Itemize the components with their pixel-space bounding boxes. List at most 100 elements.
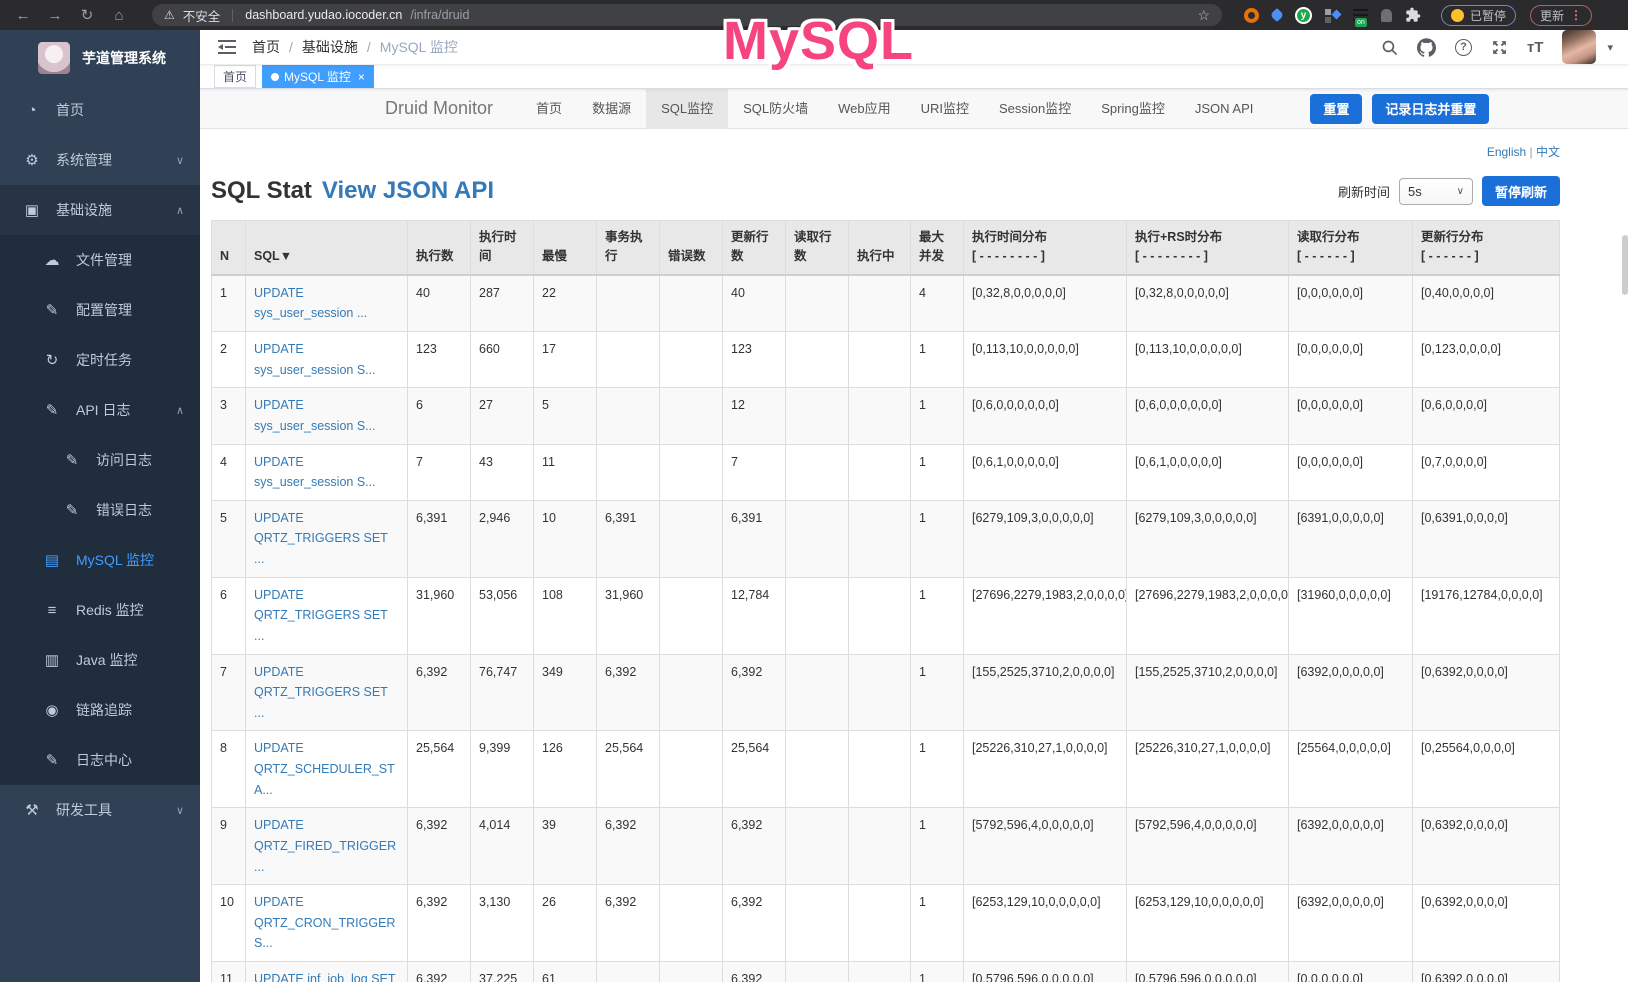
sql-link[interactable]: UPDATE QRTZ_TRIGGERS SET ...	[254, 665, 388, 720]
puzzle-extensions-icon[interactable]	[1405, 7, 1421, 23]
donut-extension-icon[interactable]	[1244, 8, 1259, 23]
column-header-update-dist[interactable]: 更新行分布[ - - - - - - ]	[1413, 221, 1560, 275]
column-header-exec-rs-dist[interactable]: 执行+RS时分布[ - - - - - - - - ]	[1127, 221, 1289, 275]
pause-refresh-button[interactable]: 暂停刷新	[1482, 176, 1560, 206]
avatar-dropdown-icon[interactable]: ▾	[1607, 41, 1613, 54]
cell-exec-time-dist: [155,2525,3710,2,0,0,0,0]	[964, 654, 1127, 731]
druid-nav-item[interactable]: SQL防火墙	[728, 89, 823, 129]
scrollbar-thumb[interactable]	[1622, 235, 1628, 295]
breadcrumb-item[interactable]: MySQL 监控	[380, 37, 458, 57]
app-logo-row[interactable]: 芋道管理系统	[0, 30, 200, 85]
druid-nav-item[interactable]: URI监控	[906, 89, 984, 129]
home-icon[interactable]: ⌂	[106, 7, 132, 24]
column-header-exec-count[interactable]: 执行数	[408, 221, 471, 275]
sidebar-item-scheduled-tasks[interactable]: ↻定时任务	[0, 335, 200, 385]
sidebar-item-mysql-monitor[interactable]: ▤MySQL 监控	[0, 535, 200, 585]
update-browser-button[interactable]: 更新 ⋮	[1530, 5, 1592, 26]
green-extension-icon[interactable]: y	[1295, 7, 1312, 24]
column-header-running[interactable]: 执行中	[849, 221, 911, 275]
browser-menu-icon[interactable]: ⋮	[1570, 8, 1582, 22]
cell-read-rows	[786, 332, 849, 388]
sidebar-item-config-management[interactable]: ✎配置管理	[0, 285, 200, 335]
druid-nav-item[interactable]: Session监控	[984, 89, 1086, 129]
column-header-tx-exec[interactable]: 事务执行	[597, 221, 660, 275]
druid-brand[interactable]: Druid Monitor	[385, 98, 493, 119]
sidebar-item-home[interactable]: ◔首页	[0, 85, 200, 135]
column-header-sql[interactable]: SQL▼	[246, 221, 408, 275]
druid-nav-item[interactable]: SQL监控	[646, 89, 728, 129]
sql-link[interactable]: UPDATE QRTZ_TRIGGERS SET ...	[254, 588, 388, 643]
reload-icon[interactable]: ↻	[74, 6, 100, 24]
bookmark-star-icon[interactable]: ☆	[1197, 7, 1210, 24]
fullscreen-icon[interactable]	[1491, 39, 1508, 56]
tab-item[interactable]: 首页	[214, 65, 256, 88]
sidebar-item-dev-tools[interactable]: ⚒研发工具∨	[0, 785, 200, 835]
column-header-n[interactable]: N	[212, 221, 246, 275]
sidebar-item-error-logs[interactable]: ✎错误日志	[0, 485, 200, 535]
column-header-exec-time[interactable]: 执行时间	[471, 221, 534, 275]
sidebar-item-file-management[interactable]: ☁文件管理	[0, 235, 200, 285]
druid-nav-item[interactable]: 数据源	[577, 89, 646, 129]
grid-extension-icon[interactable]	[1325, 8, 1340, 23]
druid-nav-json-api[interactable]: JSON API	[1180, 89, 1269, 129]
tab-label: MySQL 监控	[284, 68, 351, 85]
log-and-reset-button[interactable]: 记录日志并重置	[1372, 94, 1489, 124]
lang-link-english[interactable]: English	[1487, 145, 1526, 159]
paused-profile-button[interactable]: 已暂停	[1441, 5, 1516, 26]
list-extension-icon[interactable]: on	[1353, 9, 1368, 21]
tab-active[interactable]: MySQL 监控 ×	[262, 65, 374, 88]
sql-link[interactable]: UPDATE sys_user_session S...	[254, 455, 376, 490]
sidebar-item-api-logs[interactable]: ✎API 日志∧	[0, 385, 200, 435]
forward-icon[interactable]: →	[42, 7, 68, 24]
search-icon[interactable]	[1381, 39, 1398, 56]
sql-link[interactable]: UPDATE sys_user_session ...	[254, 286, 367, 321]
druid-nav-item[interactable]: Spring监控	[1086, 89, 1180, 129]
sql-link[interactable]: UPDATE sys_user_session S...	[254, 342, 376, 377]
address-bar[interactable]: ⚠ 不安全 dashboard.yudao.iocoder.cn/infra/d…	[152, 4, 1222, 26]
reset-button[interactable]: 重置	[1310, 94, 1362, 124]
column-header-errors[interactable]: 错误数	[660, 221, 723, 275]
kite-extension-icon[interactable]	[1270, 8, 1284, 22]
cell-exec-count: 6,392	[408, 808, 471, 885]
sql-link[interactable]: UPDATE QRTZ_SCHEDULER_STA...	[254, 741, 395, 796]
column-header-slowest[interactable]: 最慢	[534, 221, 597, 275]
druid-nav-item[interactable]: Web应用	[823, 89, 906, 129]
sidebar-item-access-logs[interactable]: ✎访问日志	[0, 435, 200, 485]
sidebar-fold-icon[interactable]	[218, 39, 236, 55]
column-header-read-dist[interactable]: 读取行分布[ - - - - - - ]	[1289, 221, 1413, 275]
sidebar-item-java-monitor[interactable]: ▥Java 监控	[0, 635, 200, 685]
sidebar-item-redis-monitor[interactable]: ≡Redis 监控	[0, 585, 200, 635]
sql-link[interactable]: UPDATE QRTZ_FIRED_TRIGGER...	[254, 818, 396, 873]
font-size-icon[interactable]: тT	[1527, 39, 1544, 56]
druid-content: English | 中文 SQL Stat View JSON API 刷新时间…	[200, 129, 1628, 982]
column-header-read-rows[interactable]: 读取行数	[786, 221, 849, 275]
druid-nav-item[interactable]: 首页	[521, 89, 577, 129]
column-header-exec-time-dist[interactable]: 执行时间分布[ - - - - - - - - ]	[964, 221, 1127, 275]
breadcrumb-item[interactable]: 基础设施	[302, 37, 358, 57]
security-label[interactable]: 不安全	[183, 6, 221, 25]
sidebar-item-trace[interactable]: ◉链路追踪	[0, 685, 200, 735]
trace-eye-icon: ◉	[42, 701, 62, 719]
sidebar-item-system-management[interactable]: ⚙系统管理∨	[0, 135, 200, 185]
cell-exec-rs-dist: [0,6,0,0,0,0,0,0]	[1127, 388, 1289, 444]
sql-link[interactable]: UPDATE sys_user_session S...	[254, 398, 376, 433]
help-icon[interactable]: ?	[1455, 39, 1472, 56]
view-json-api-link[interactable]: View JSON API	[322, 177, 494, 205]
github-icon[interactable]	[1417, 38, 1436, 57]
sidebar-item-log-center[interactable]: ✎日志中心	[0, 735, 200, 785]
sidebar-item-infrastructure[interactable]: ▣基础设施∧	[0, 185, 200, 235]
cell-update-rows: 7	[723, 444, 786, 500]
column-header-update-rows[interactable]: 更新行数	[723, 221, 786, 275]
sql-link[interactable]: UPDATE QRTZ_CRON_TRIGGERS...	[254, 895, 395, 950]
gray-extension-icon[interactable]	[1381, 9, 1392, 22]
language-switch: English | 中文	[211, 129, 1560, 160]
user-avatar[interactable]	[1562, 30, 1596, 64]
refresh-interval-select[interactable]: 5s ∨	[1399, 178, 1473, 205]
sql-link[interactable]: UPDATE QRTZ_TRIGGERS SET ...	[254, 511, 388, 566]
close-tab-icon[interactable]: ×	[358, 70, 365, 84]
lang-link-中文[interactable]: 中文	[1536, 145, 1560, 159]
breadcrumb-item[interactable]: 首页	[252, 37, 280, 57]
back-icon[interactable]: ←	[10, 7, 36, 24]
sql-link[interactable]: UPDATE inf_job_log SET e...	[254, 972, 395, 982]
column-header-max-concurrent[interactable]: 最大并发	[911, 221, 964, 275]
